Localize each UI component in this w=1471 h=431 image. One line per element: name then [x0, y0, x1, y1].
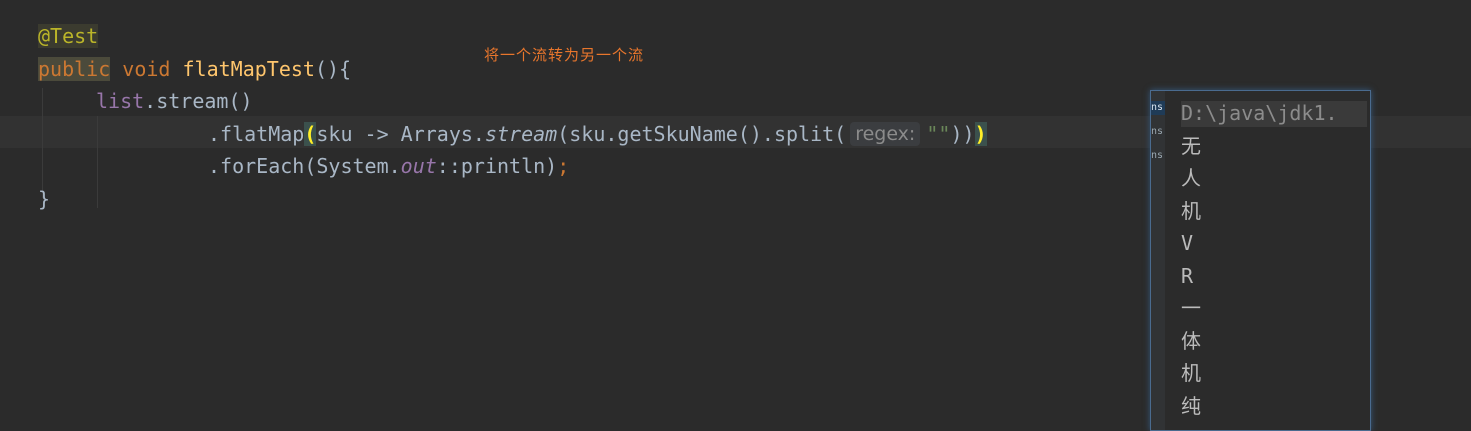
keyword-public: public: [38, 57, 111, 81]
annotation-test: @Test: [38, 24, 99, 48]
field-list: list: [96, 89, 145, 113]
code-text: (){: [314, 57, 352, 81]
console-tab-marker[interactable]: ns: [1151, 125, 1165, 139]
code-text: sku -> Arrays.: [316, 122, 485, 146]
console-line: 体: [1181, 328, 1201, 353]
static-method-stream: stream: [484, 122, 558, 146]
code-text: .stream(): [144, 89, 253, 113]
semicolon: ;: [557, 154, 570, 178]
code-text: )): [950, 122, 975, 146]
code-text: .flatMap: [208, 122, 305, 146]
field-out: out: [400, 154, 437, 178]
code-line-5[interactable]: .forEach(System.out::println);: [208, 150, 569, 182]
console-line: V: [1181, 231, 1194, 255]
console-tab-marker[interactable]: ns: [1151, 101, 1165, 115]
method-name: flatMapTest: [182, 57, 315, 81]
console-line: 机: [1181, 198, 1201, 223]
console-tab-marker[interactable]: ns: [1151, 149, 1165, 163]
console-line: 人: [1181, 166, 1201, 190]
code-line-1[interactable]: @Test: [38, 20, 99, 52]
code-line-2[interactable]: public void flatMapTest(){: [38, 53, 351, 85]
code-text: ::println): [436, 154, 558, 178]
console-output[interactable]: D:\java\jdk1. 无 人 机 V R 一 体 机 纯: [1181, 97, 1338, 422]
code-text: .forEach(System.: [208, 154, 401, 178]
run-console-panel[interactable]: ns ns ns D:\java\jdk1. 无 人 机 V R 一 体 机 纯: [1150, 90, 1371, 431]
indent-guide: [42, 88, 43, 198]
keyword-void: void: [122, 57, 171, 81]
string-literal: "": [926, 122, 951, 146]
closing-brace: }: [38, 187, 51, 211]
annotation-note: 将一个流转为另一个流: [484, 46, 645, 64]
code-text: (sku.getSkuName().split(: [557, 122, 847, 146]
code-line-3[interactable]: list.stream(): [96, 85, 253, 117]
indent-guide: [97, 116, 98, 208]
console-line: 机: [1181, 361, 1201, 385]
parameter-hint-regex: regex:: [850, 122, 921, 146]
code-line-6[interactable]: }: [38, 183, 50, 215]
console-line: D:\java\jdk1.: [1181, 101, 1338, 125]
console-line: 无: [1181, 133, 1201, 158]
console-line: R: [1181, 263, 1194, 288]
console-line: 一: [1181, 296, 1201, 320]
console-line: 纯: [1181, 393, 1201, 418]
code-line-4[interactable]: .flatMap(sku -> Arrays.stream(sku.getSku…: [208, 118, 987, 150]
matched-bracket-open: (: [304, 122, 317, 146]
console-gutter: ns ns ns: [1151, 91, 1165, 430]
matched-bracket-close: ): [974, 122, 987, 146]
